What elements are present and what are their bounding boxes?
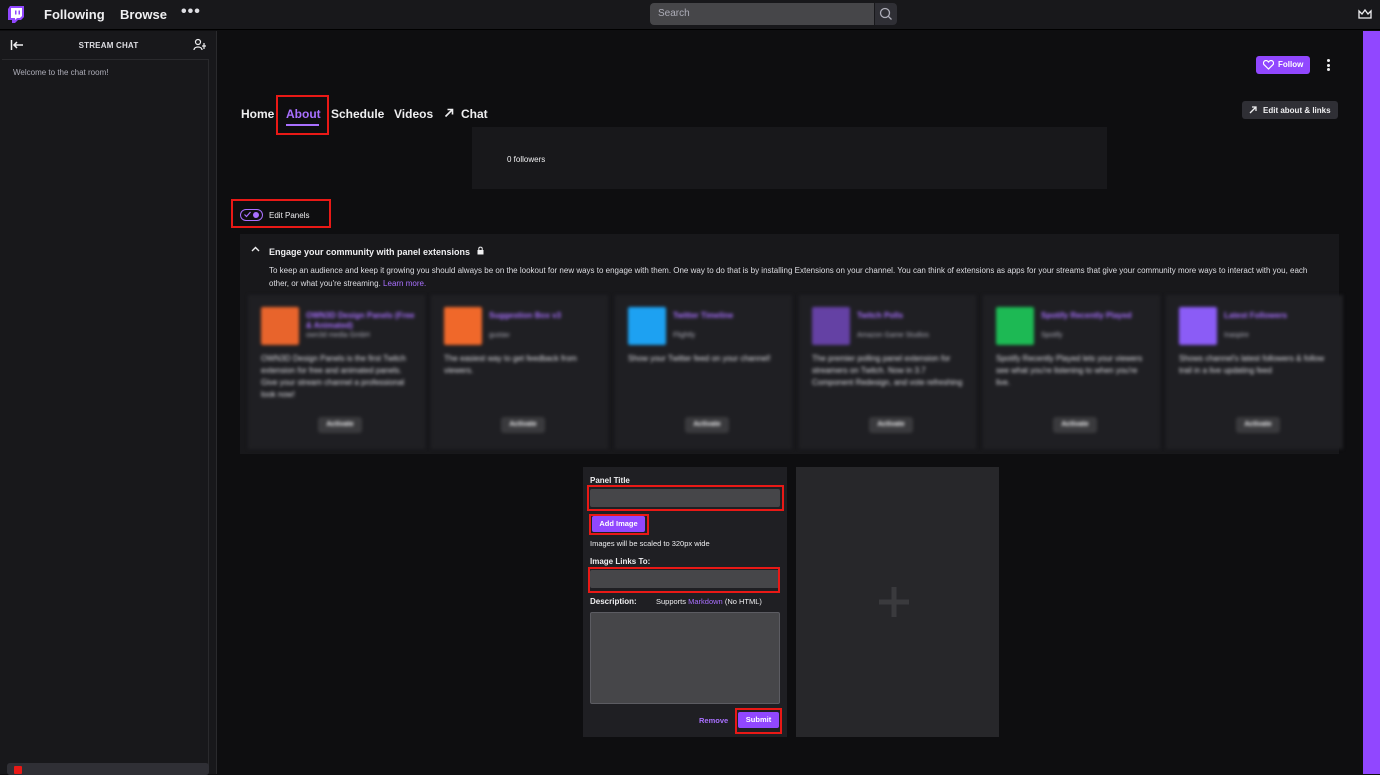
- markdown-link[interactable]: Markdown: [688, 597, 723, 606]
- extension-author: Flightly: [673, 332, 696, 339]
- extension-card: Spotify Recently Played Spotify Spotify Re…: [983, 295, 1160, 449]
- prime-crown-icon[interactable]: [1358, 8, 1372, 20]
- twitch-logo-icon[interactable]: [8, 6, 24, 23]
- extension-card: Latest Followers Inaspire Shows channel's …: [1166, 295, 1343, 449]
- top-nav: Following Browse ••• Search: [0, 0, 1380, 30]
- description-label: Description:: [590, 597, 637, 606]
- extensions-description: To keep an audience and keep it growing …: [269, 265, 1329, 290]
- extension-card: Twitch Polls Amazon Game Studios The premi…: [799, 295, 976, 449]
- edit-about-label: Edit about & links: [1263, 106, 1331, 115]
- tab-home[interactable]: Home: [241, 107, 274, 121]
- chat-welcome-message: Welcome to the chat room!: [13, 68, 109, 77]
- supports-text: Supports: [656, 597, 687, 606]
- extension-card: OWN3D Design Panels (Free & Animated) own…: [248, 295, 425, 449]
- external-arrow-icon: [1249, 106, 1257, 114]
- kebab-menu-icon[interactable]: [1327, 59, 1330, 71]
- extension-name[interactable]: Suggestion Box v3: [489, 311, 599, 321]
- submit-highlight: [735, 708, 782, 734]
- add-image-highlight: [589, 514, 649, 535]
- edit-about-links-button[interactable]: Edit about & links: [1242, 101, 1338, 119]
- remove-button[interactable]: Remove: [699, 716, 728, 725]
- extension-author: gustav: [489, 332, 510, 339]
- tab-schedule[interactable]: Schedule: [331, 107, 384, 121]
- plus-icon: [879, 587, 909, 617]
- edit-panels-highlight: [231, 199, 331, 228]
- activate-button[interactable]: Activate: [501, 417, 545, 433]
- description-textarea[interactable]: [590, 612, 780, 704]
- extension-author: Spotify: [1041, 332, 1063, 339]
- extension-logo-icon: [996, 307, 1034, 345]
- about-followers-box: 0 followers: [472, 127, 1107, 189]
- extensions-heading: Engage your community with panel extensi…: [269, 247, 471, 257]
- about-tab-highlight: [276, 95, 329, 135]
- follow-button[interactable]: Follow: [1256, 56, 1310, 74]
- search-placeholder: Search: [658, 8, 690, 19]
- lock-icon: [477, 246, 484, 255]
- extension-name[interactable]: Spotify Recently Played: [1041, 311, 1151, 321]
- panel-extensions-section: Engage your community with panel extensi…: [240, 234, 1343, 454]
- image-links-highlight: [588, 567, 780, 593]
- right-accent-strip: [1363, 31, 1380, 774]
- external-arrow-icon: [444, 108, 454, 118]
- badge-icon: [14, 766, 22, 774]
- extension-description: Spotify Recently Played lets your viewer…: [996, 354, 1143, 387]
- markdown-support-note: Supports Markdown (No HTML): [656, 597, 762, 606]
- extension-card: Suggestion Box v3 gustav The easiest way t…: [431, 295, 608, 449]
- extension-author: Inaspire: [1224, 332, 1249, 339]
- activate-button[interactable]: Activate: [685, 417, 729, 433]
- tab-chat[interactable]: Chat: [461, 107, 488, 121]
- stream-chat-title: STREAM CHAT: [78, 41, 139, 50]
- extension-logo-icon: [812, 307, 850, 345]
- extension-name[interactable]: Latest Followers: [1224, 311, 1334, 321]
- follower-count: 0 followers: [507, 155, 546, 164]
- extension-description: Show your Twitter feed on your channel!: [628, 354, 771, 363]
- extension-name[interactable]: OWN3D Design Panels (Free & Animated): [306, 311, 416, 331]
- extension-card: Twitter Timeline Flightly Show your Twitte…: [615, 295, 792, 449]
- add-panel-placeholder[interactable]: [796, 467, 999, 737]
- activate-button[interactable]: Activate: [1236, 417, 1280, 433]
- extension-author: Amazon Game Studios: [857, 332, 929, 339]
- search-input[interactable]: Search: [650, 3, 874, 25]
- nav-browse[interactable]: Browse: [120, 7, 167, 22]
- extension-description: The easiest way to get feedback from vie…: [444, 354, 577, 375]
- panel-title-highlight: [587, 485, 784, 511]
- extension-name[interactable]: Twitch Polls: [857, 311, 967, 321]
- extension-description: OWN3D Design Panels is the first Twitch …: [261, 354, 406, 399]
- more-options-icon[interactable]: •••: [181, 3, 201, 21]
- extension-logo-icon: [1179, 307, 1217, 345]
- stream-chat-sidebar: STREAM CHAT Welcome to the chat room!: [0, 31, 217, 775]
- image-scale-hint: Images will be scaled to 320px wide: [590, 539, 710, 548]
- image-links-label: Image Links To:: [590, 557, 651, 566]
- extension-logo-icon: [261, 307, 299, 345]
- extension-description: Shows channel's latest followers & follo…: [1179, 354, 1325, 375]
- no-html-text: (No HTML): [724, 597, 762, 606]
- extension-author: own3d media GmbH: [306, 332, 370, 339]
- activate-button[interactable]: Activate: [869, 417, 913, 433]
- panel-title-label: Panel Title: [590, 476, 630, 485]
- extension-description: The premier polling panel extension for …: [812, 354, 963, 387]
- search-button[interactable]: [875, 3, 897, 25]
- follow-label: Follow: [1278, 60, 1304, 69]
- search-icon: [879, 7, 892, 20]
- activate-button[interactable]: Activate: [318, 417, 362, 433]
- learn-more-link[interactable]: Learn more.: [383, 279, 426, 288]
- chat-messages: Welcome to the chat room!: [2, 59, 209, 769]
- chat-input-area[interactable]: [7, 763, 209, 775]
- chevron-up-icon[interactable]: [251, 246, 260, 252]
- nav-following[interactable]: Following: [44, 7, 105, 22]
- activate-button[interactable]: Activate: [1053, 417, 1097, 433]
- community-users-icon[interactable]: [193, 38, 207, 52]
- extension-name[interactable]: Twitter Timeline: [673, 311, 783, 321]
- tab-videos[interactable]: Videos: [394, 107, 433, 121]
- extension-logo-icon: [628, 307, 666, 345]
- heart-icon: [1263, 60, 1274, 70]
- extension-logo-icon: [444, 307, 482, 345]
